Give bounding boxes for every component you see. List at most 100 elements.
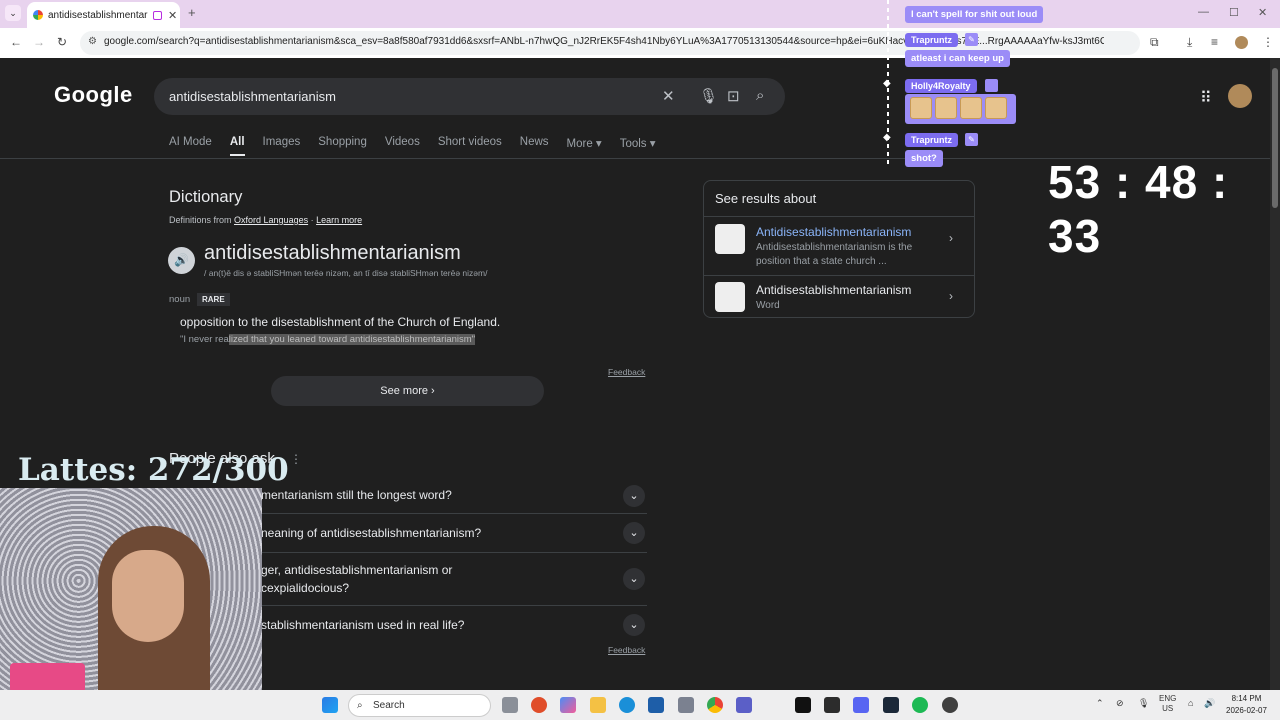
chrome-icon[interactable] <box>707 697 723 713</box>
menu-icon[interactable]: ⋮ <box>1262 35 1274 49</box>
microphone-icon[interactable]: 🎙 <box>699 87 718 105</box>
minimize-button[interactable]: — <box>1198 6 1209 18</box>
chat-username: Holly4Royalty <box>905 79 977 93</box>
reading-list-icon[interactable]: ≡ <box>1211 35 1218 49</box>
search-box[interactable]: antidisestablishmentarianism ✕ 🎙 ⊡ ⌕ <box>154 78 785 115</box>
chat-message: I can't spell for shit out loud <box>905 6 1044 23</box>
dictionary-heading: Dictionary <box>169 188 243 206</box>
result-about-title[interactable]: Antidisestablishmentarianism <box>756 225 911 239</box>
learn-more-link[interactable]: Learn more <box>316 215 362 225</box>
download-icon[interactable]: ⤓ <box>1187 35 1192 50</box>
tab-images[interactable]: Images <box>263 136 301 156</box>
media-playing-icon <box>153 10 162 20</box>
brave-icon[interactable] <box>531 697 547 713</box>
search-tabs: AI Mode All Images Shopping Videos Short… <box>169 136 674 156</box>
pronounce-speaker-icon[interactable]: 🔊 <box>168 247 195 274</box>
capture-app-icon[interactable] <box>824 697 840 713</box>
see-results-heading: See results about <box>715 191 817 206</box>
result-about-title[interactable]: Antidisestablishmentarianism <box>756 283 911 297</box>
result-thumbnail <box>715 224 745 254</box>
browser-tab-strip: ⌄ antidisestablishmentarianis ✕ + — ☐ ✕ <box>0 0 1280 28</box>
tab-all[interactable]: All <box>229 136 245 156</box>
extensions-icon[interactable]: ⧉ <box>1150 35 1159 50</box>
result-about-desc: Word <box>756 300 780 311</box>
new-tab-button[interactable]: + <box>188 5 196 20</box>
dictionary-feedback-link[interactable]: Feedback <box>608 367 645 377</box>
taskbar-search[interactable]: ⌕ Search <box>348 694 491 717</box>
search-icon[interactable]: ⌕ <box>756 87 764 104</box>
paint-app-icon[interactable] <box>648 697 664 713</box>
volume-icon[interactable]: 🔊 <box>1204 698 1215 709</box>
edge-icon[interactable] <box>619 697 635 713</box>
pencil-badge-icon: ✎ <box>965 133 978 146</box>
page-scrollbar[interactable] <box>1270 58 1280 690</box>
language-indicator[interactable]: ENG US <box>1159 694 1176 714</box>
lattes-counter: Lattes: 272/300 <box>18 452 289 488</box>
tiktok-icon[interactable] <box>795 697 811 713</box>
spotify-icon[interactable] <box>912 697 928 713</box>
tab-short-videos[interactable]: Short videos <box>438 136 502 156</box>
close-window-button[interactable]: ✕ <box>1258 6 1267 19</box>
tab-tools[interactable]: Tools ▾ <box>620 136 656 156</box>
tab-title: antidisestablishmentarianis <box>48 9 148 21</box>
network-icon[interactable]: ⌂ <box>1188 698 1193 708</box>
teams-icon[interactable] <box>736 697 752 713</box>
chevron-down-icon[interactable]: ⌄ <box>623 568 645 590</box>
chevron-down-icon[interactable]: ⌄ <box>623 485 645 507</box>
dictionary-word: antidisestablishmentarianism <box>204 242 461 264</box>
chevron-right-icon: › <box>431 385 435 397</box>
profile-avatar[interactable] <box>1235 36 1248 49</box>
forward-icon[interactable]: → <box>33 35 45 49</box>
reload-icon[interactable]: ↻ <box>57 35 67 49</box>
start-windows-icon[interactable] <box>322 697 338 713</box>
example-sentence: "I never realized that you leaned toward… <box>180 334 476 345</box>
tab-news[interactable]: News <box>520 136 549 156</box>
account-avatar[interactable] <box>1228 84 1252 108</box>
store-icon[interactable] <box>678 697 694 713</box>
tab-list-button[interactable]: ⌄ <box>5 5 21 21</box>
paa-feedback-link[interactable]: Feedback <box>608 645 645 655</box>
clear-icon[interactable]: ✕ <box>662 87 675 105</box>
emote-icon <box>960 97 982 119</box>
tab-shopping[interactable]: Shopping <box>318 136 367 156</box>
result-about-item[interactable]: Antidisestablishmentarianism Antidisesta… <box>704 216 974 275</box>
search-query[interactable]: antidisestablishmentarianism <box>169 89 336 104</box>
stream-chat-overlay: I can't spell for shit out loud Traprunt… <box>883 0 1045 170</box>
back-icon[interactable]: ← <box>10 35 22 49</box>
tab-more[interactable]: More ▾ <box>567 136 602 156</box>
phonetic: / an(t)ē dis ə stabliSHmən terēə nizəm, … <box>204 268 488 278</box>
oxford-link[interactable]: Oxford Languages <box>234 215 308 225</box>
part-of-speech: noun <box>169 294 191 305</box>
tray-mic-icon[interactable]: 🎙 <box>1138 698 1149 709</box>
task-view-icon[interactable] <box>502 697 518 713</box>
apps-grid-icon[interactable]: ⠿ <box>1200 88 1212 108</box>
steam-icon[interactable] <box>883 697 899 713</box>
more-options-icon[interactable]: ⋮ <box>290 452 302 466</box>
tab-videos[interactable]: Videos <box>385 136 420 156</box>
diamond-icon: ◆ <box>883 78 891 89</box>
system-clock[interactable]: 8:14 PM 2026-02-07 <box>1226 693 1267 717</box>
tray-overflow-icon[interactable]: ⌃ <box>1096 698 1104 709</box>
see-more-button[interactable]: See more › <box>271 376 544 406</box>
tab-ai-mode[interactable]: AI Mode <box>169 136 212 156</box>
chevron-down-icon[interactable]: ⌄ <box>623 614 645 636</box>
see-results-about-card: See results about Antidisestablishmentar… <box>703 180 975 318</box>
discord-icon[interactable] <box>853 697 869 713</box>
search-icon: ⌕ <box>357 700 363 711</box>
browser-tab[interactable]: antidisestablishmentarianis ✕ <box>27 2 180 28</box>
result-about-item[interactable]: Antidisestablishmentarianism Word › <box>704 275 974 317</box>
chat-emotes <box>905 94 1016 124</box>
tab-close-button[interactable]: ✕ <box>168 9 177 22</box>
lens-icon[interactable]: ⊡ <box>727 87 740 105</box>
google-logo[interactable]: Google <box>54 82 133 108</box>
file-explorer-icon[interactable] <box>590 697 606 713</box>
site-info-icon[interactable]: ⚙ <box>88 36 97 47</box>
obs-icon[interactable] <box>942 697 958 713</box>
chevron-right-icon: › <box>949 289 953 303</box>
copilot-icon[interactable] <box>560 697 576 713</box>
chevron-down-icon[interactable]: ⌄ <box>623 522 645 544</box>
diamond-icon: ◆ <box>883 132 891 143</box>
tray-app-icon[interactable]: ⊘ <box>1116 698 1124 709</box>
maximize-button[interactable]: ☐ <box>1229 6 1239 19</box>
streamer-face <box>112 550 184 642</box>
